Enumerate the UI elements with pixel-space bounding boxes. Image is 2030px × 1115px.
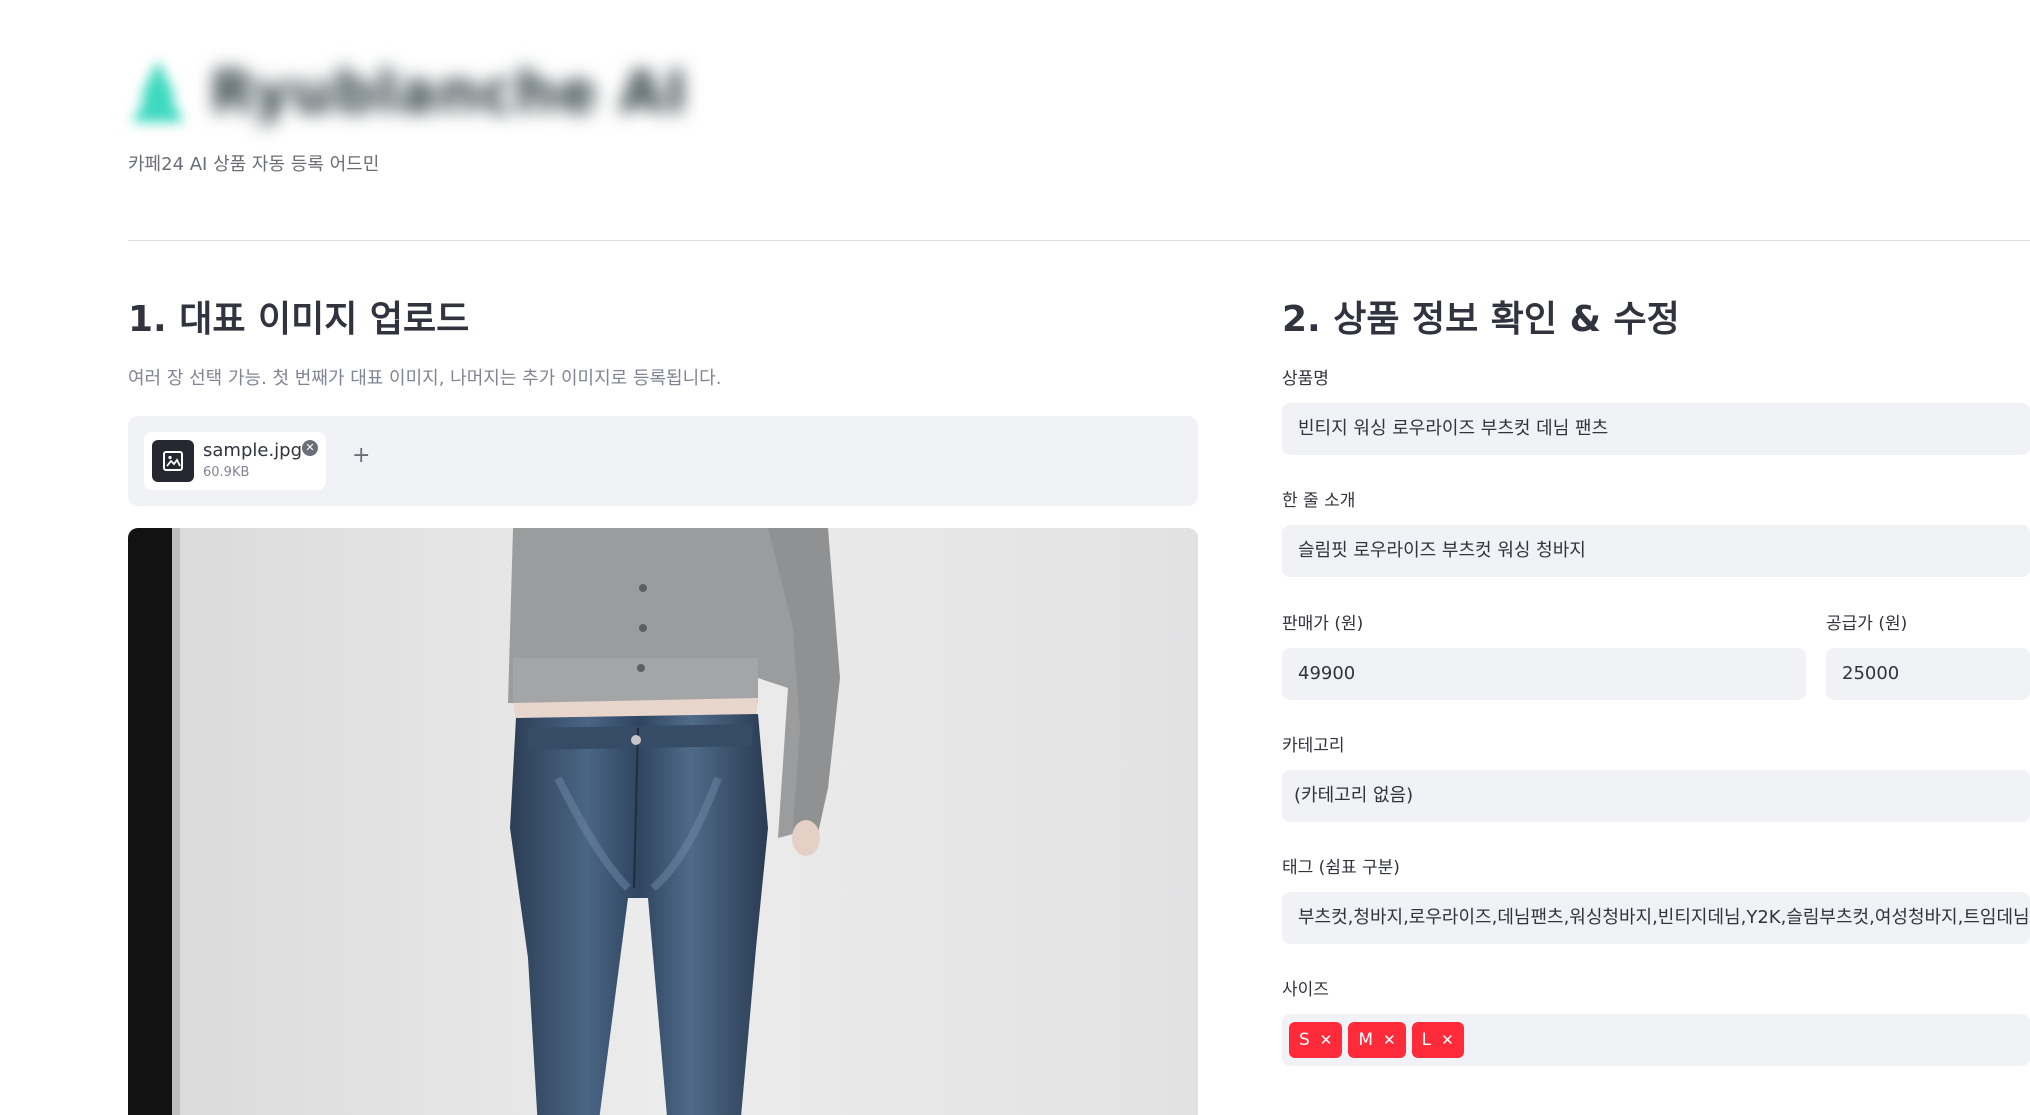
upload-section: 1. 대표 이미지 업로드 여러 장 선택 가능. 첫 번째가 대표 이미지, …: [128, 296, 1198, 1115]
remove-tag-icon[interactable]: ✕: [1441, 1031, 1454, 1049]
file-name: sample.jpg: [203, 440, 303, 461]
tags-field: 태그 (쉼표 구분) 부츠컷,청바지,로우라이즈,데님팬츠,워싱청바지,빈티지데…: [1282, 857, 2030, 944]
category-label: 카테고리: [1282, 736, 1345, 756]
category-field: 카테고리 (카테고리 없음): [1282, 735, 2030, 822]
price-field: 판매가 (원) 49900: [1282, 613, 1806, 700]
product-section-title: 2. 상품 정보 확인 & 수정: [1282, 299, 1680, 340]
app-logo-icon: [132, 60, 184, 122]
supply-price-label: 공급가 (원): [1826, 614, 1908, 634]
uploaded-file-chip: sample.jpg 60.9KB ✕: [144, 432, 326, 490]
upload-section-title: 1. 대표 이미지 업로드: [128, 299, 470, 340]
sizes-field: 사이즈 S ✕ M ✕ L ✕: [1282, 979, 2030, 1066]
size-tag-m[interactable]: M ✕: [1348, 1022, 1406, 1058]
summary-field: 한 줄 소개 슬림핏 로우라이즈 부츠컷 워싱 청바지: [1282, 490, 2030, 577]
summary-input[interactable]: 슬림핏 로우라이즈 부츠컷 워싱 청바지: [1282, 525, 2030, 577]
header-divider: [128, 240, 2030, 241]
upload-caption: 여러 장 선택 가능. 첫 번째가 대표 이미지, 나머지는 추가 이미지로 등…: [128, 368, 722, 389]
brand: Ryublanche AI: [128, 52, 688, 132]
product-photo: [128, 528, 1198, 1115]
app-header: Ryublanche AI 카페24 AI 상품 자동 등록 어드민: [128, 52, 688, 176]
size-tag-label: S: [1299, 1030, 1310, 1050]
file-size: 60.9KB: [203, 465, 250, 480]
size-tag-s[interactable]: S ✕: [1289, 1022, 1343, 1058]
image-icon: [152, 440, 194, 482]
add-file-button[interactable]: +: [352, 444, 370, 468]
price-input[interactable]: 49900: [1282, 648, 1806, 700]
app-subtitle: 카페24 AI 상품 자동 등록 어드민: [128, 154, 380, 175]
product-info-section: 2. 상품 정보 확인 & 수정 상품명 빈티지 워싱 로우라이즈 부츠컷 데님…: [1282, 296, 2030, 1066]
category-select[interactable]: (카테고리 없음): [1282, 770, 2030, 822]
product-name-label: 상품명: [1282, 369, 1329, 389]
supply-price-field: 공급가 (원) 25000: [1826, 613, 2030, 700]
size-tag-l[interactable]: L ✕: [1411, 1022, 1464, 1058]
remove-tag-icon[interactable]: ✕: [1383, 1031, 1396, 1049]
tags-input[interactable]: 부츠컷,청바지,로우라이즈,데님팬츠,워싱청바지,빈티지데님,Y2K,슬림부츠컷…: [1282, 892, 2030, 944]
app-title: Ryublanche AI: [210, 58, 688, 126]
sizes-multiselect[interactable]: S ✕ M ✕ L ✕: [1282, 1014, 2030, 1066]
close-circle-icon[interactable]: ✕: [302, 440, 318, 456]
tags-label: 태그 (쉼표 구분): [1282, 858, 1400, 878]
summary-label: 한 줄 소개: [1282, 491, 1356, 511]
file-uploader[interactable]: sample.jpg 60.9KB ✕ +: [128, 416, 1198, 506]
size-tag-label: L: [1421, 1030, 1432, 1050]
price-label: 판매가 (원): [1282, 614, 1364, 634]
price-row: 판매가 (원) 49900 공급가 (원) 25000: [1282, 613, 2030, 700]
sizes-label: 사이즈: [1282, 980, 1329, 1000]
product-name-input[interactable]: 빈티지 워싱 로우라이즈 부츠컷 데님 팬츠: [1282, 403, 2030, 455]
supply-price-input[interactable]: 25000: [1826, 648, 2030, 700]
product-image-preview: [128, 528, 1198, 1115]
remove-tag-icon[interactable]: ✕: [1320, 1031, 1333, 1049]
size-tag-label: M: [1358, 1030, 1374, 1050]
product-name-field: 상품명 빈티지 워싱 로우라이즈 부츠컷 데님 팬츠: [1282, 368, 2030, 455]
